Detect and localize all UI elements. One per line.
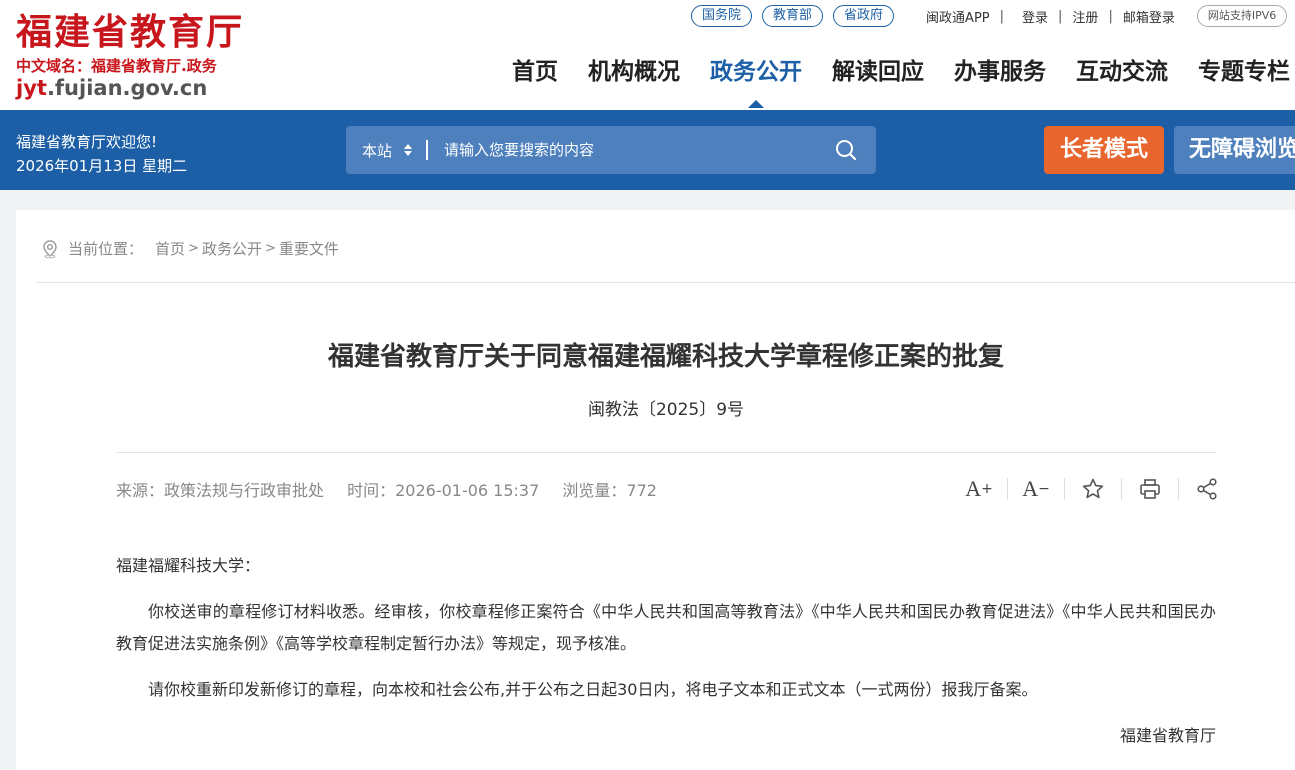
breadcrumb: 当前位置： 首页 > 政务公开 > 重要文件: [40, 238, 339, 259]
search-icon: [836, 140, 857, 161]
article-body: 福建福耀科技大学： 你校送审的章程修订材料收悉。经审核，你校章程修正案符合《中华…: [116, 550, 1216, 752]
breadcrumb-important-docs[interactable]: 重要文件: [279, 238, 339, 259]
breadcrumb-divider: [36, 282, 1295, 283]
article-meta: 来源：政策法规与行政审批处 时间：2026-01-06 15:37 浏览量：77…: [116, 477, 675, 501]
article-tools: A + A −: [963, 476, 1223, 502]
sort-arrows-icon[interactable]: [404, 144, 413, 156]
nav-about[interactable]: 机构概况: [588, 56, 680, 88]
login-link[interactable]: 登录: [1022, 7, 1048, 26]
utility-bar: 福建省教育厅欢迎您! 2026年01月13日 星期二 本站 长者模式 无障碍浏览: [0, 110, 1295, 190]
logo-domain: 中文域名：福建省教育厅.政务: [16, 57, 217, 75]
welcome-text: 福建省教育厅欢迎您!: [16, 133, 158, 151]
mail-login-link[interactable]: 邮箱登录: [1123, 7, 1175, 26]
article-salutation: 福建福耀科技大学：: [116, 556, 261, 575]
accessibility-button[interactable]: 无障碍浏览: [1174, 126, 1295, 174]
main-nav: 首页 机构概况 政务公开 解读回应 办事服务 互动交流 专题专栏: [512, 56, 1295, 108]
search-input[interactable]: [444, 141, 816, 159]
favorite-star-icon[interactable]: [1077, 476, 1109, 502]
meta-divider: [116, 452, 1216, 453]
nav-interaction[interactable]: 互动交流: [1076, 56, 1168, 88]
tool-separator: [1007, 478, 1008, 500]
active-nav-indicator: [748, 100, 764, 108]
separator: |: [1058, 8, 1063, 24]
tool-separator: [1121, 478, 1122, 500]
article-views: 浏览量：772: [562, 481, 657, 500]
document-number: 闽教法〔2025〕9号: [587, 400, 745, 420]
font-decrease-icon[interactable]: A −: [1020, 476, 1052, 502]
nav-gov-affairs[interactable]: 政务公开: [710, 56, 802, 108]
tool-separator: [1064, 478, 1065, 500]
site-logo[interactable]: 福建省教育厅 中文域名：福建省教育厅.政务 jyt.fujian.gov.cn: [16, 10, 244, 100]
separator: |: [1108, 8, 1113, 24]
article-card: 当前位置： 首页 > 政务公开 > 重要文件 福建省教育厅关于同意福建福耀科技大…: [16, 210, 1295, 770]
separator: |: [999, 8, 1005, 24]
tool-separator: [1178, 478, 1179, 500]
nav-interpretation[interactable]: 解读回应: [832, 56, 924, 88]
breadcrumb-separator: >: [188, 241, 199, 256]
link-ministry-education[interactable]: 教育部: [762, 5, 824, 27]
article-paragraph: 请你校重新印发新修订的章程，向本校和社会公布,并于公布之日起30日内，将电子文本…: [148, 680, 1038, 699]
article-title: 福建省教育厅关于同意福建福耀科技大学章程修正案的批复: [327, 342, 1004, 372]
search-scope-select[interactable]: 本站: [362, 140, 392, 161]
nav-services[interactable]: 办事服务: [954, 56, 1046, 88]
article-paragraph: 你校送审的章程修订材料收悉。经审核，你校章程修正案符合《中华人民共和国高等教育法…: [116, 602, 1216, 653]
breadcrumb-label: 当前位置：: [68, 240, 144, 258]
top-links: 国务院 教育部 省政府 闽政通APP | 登录 | 注册 | 邮箱登录 网站支持…: [691, 5, 1288, 27]
nav-home[interactable]: 首页: [512, 56, 558, 88]
search-box: 本站: [346, 126, 876, 174]
welcome-block: 福建省教育厅欢迎您! 2026年01月13日 星期二: [16, 130, 187, 178]
location-pin-icon: [43, 239, 57, 258]
font-increase-icon[interactable]: A +: [963, 476, 995, 502]
current-date: 2026年01月13日 星期二: [16, 157, 188, 175]
elder-mode-button[interactable]: 长者模式: [1044, 126, 1164, 174]
link-app[interactable]: 闽政通APP: [926, 7, 990, 26]
print-icon[interactable]: [1134, 476, 1166, 502]
logo-title: 福建省教育厅: [16, 11, 245, 53]
search-button[interactable]: [816, 126, 876, 174]
register-link[interactable]: 注册: [1072, 7, 1098, 26]
share-icon[interactable]: [1191, 476, 1223, 502]
site-header: 福建省教育厅 中文域名：福建省教育厅.政务 jyt.fujian.gov.cn …: [0, 0, 1295, 110]
breadcrumb-separator: >: [264, 241, 276, 256]
ipv6-badge: 网站支持IPV6: [1196, 5, 1288, 27]
nav-topics[interactable]: 专题专栏: [1198, 56, 1290, 88]
search-divider: [426, 140, 429, 160]
link-state-council[interactable]: 国务院: [691, 5, 753, 27]
breadcrumb-gov-affairs[interactable]: 政务公开: [202, 238, 262, 259]
link-provincial-gov[interactable]: 省政府: [833, 5, 895, 27]
article-time: 时间：2026-01-06 15:37: [347, 481, 540, 500]
breadcrumb-home[interactable]: 首页: [155, 238, 185, 259]
logo-url: jyt.fujian.gov.cn: [16, 76, 208, 100]
article-source: 来源：政策法规与行政审批处: [116, 481, 325, 500]
article-signature: 福建省教育厅: [1119, 726, 1216, 745]
